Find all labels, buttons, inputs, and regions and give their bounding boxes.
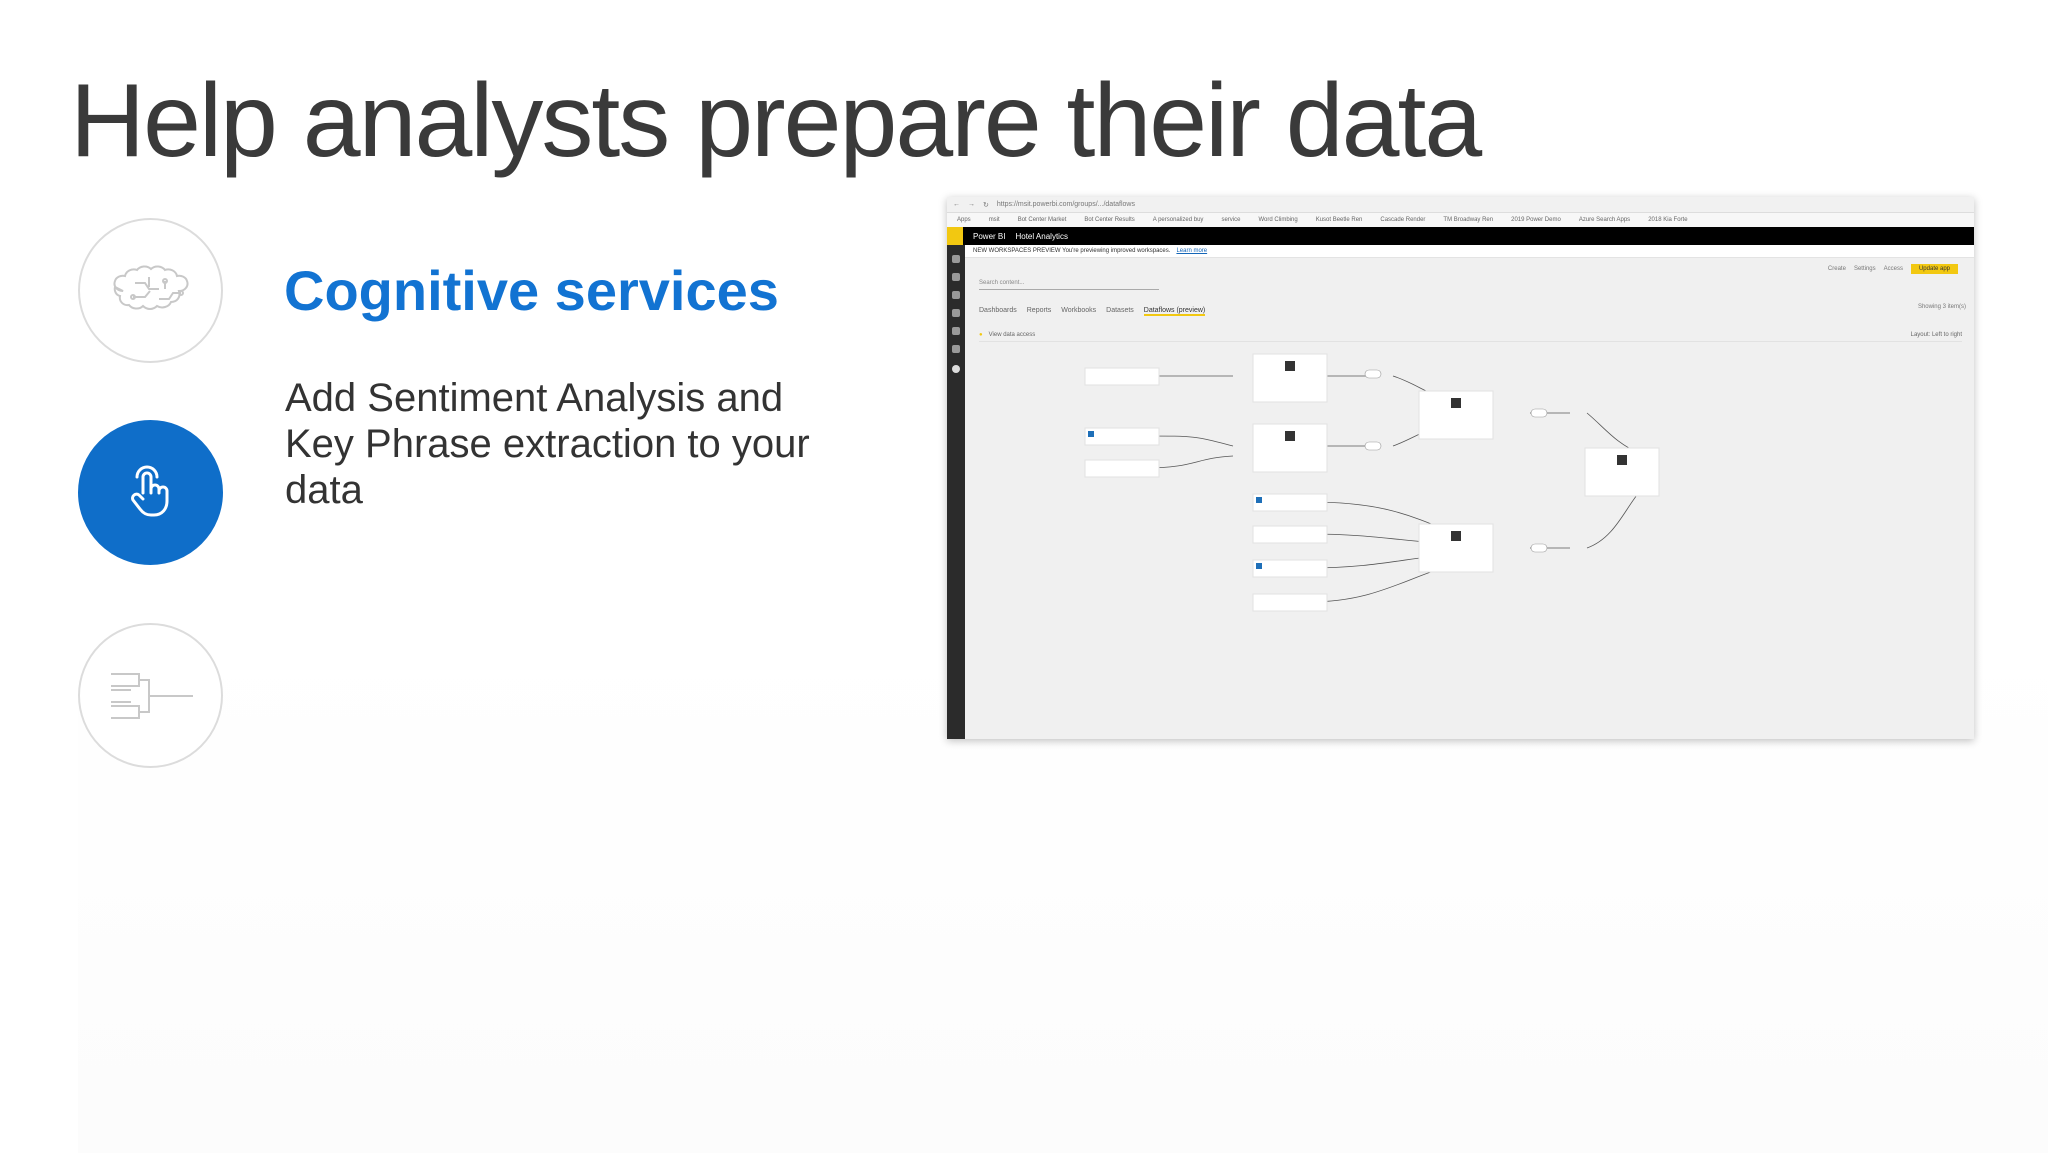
touch-icon-circle[interactable] bbox=[78, 420, 223, 565]
bookmark-item: A personalized buy bbox=[1152, 217, 1204, 223]
dataflow-icon bbox=[1617, 455, 1627, 465]
sql-server-icon bbox=[1088, 431, 1094, 437]
dataflow-lineage-diagram bbox=[1084, 353, 1660, 612]
bookmark-item: msit bbox=[988, 217, 1000, 223]
source-node bbox=[1084, 367, 1160, 386]
bookmarks-bar: Apps msit Bot Center Market Bot Center R… bbox=[947, 213, 1974, 227]
link-pill bbox=[1530, 408, 1548, 418]
hierarchy-icon bbox=[110, 672, 193, 719]
workspace-name: Hotel Analytics bbox=[1015, 231, 1068, 241]
link-pill bbox=[1364, 441, 1382, 451]
reload-icon: ↻ bbox=[983, 201, 989, 209]
browser-address-bar: ← → ↻ https://msit.powerbi.com/groups/..… bbox=[947, 197, 1974, 213]
source-node bbox=[1084, 427, 1160, 446]
left-nav-rail bbox=[947, 245, 965, 739]
forward-icon: → bbox=[968, 201, 975, 208]
brain-icon-circle[interactable] bbox=[78, 218, 223, 363]
nav-icon bbox=[952, 291, 960, 299]
preview-banner: NEW WORKSPACES PREVIEW You're previewing… bbox=[965, 245, 1974, 258]
page-title: Help analysts prepare their data bbox=[70, 63, 1482, 179]
bookmark-item: Bot Center Market bbox=[1017, 217, 1067, 223]
nav-icon bbox=[952, 327, 960, 335]
learn-more-link: Learn more bbox=[1176, 248, 1208, 254]
bookmark-item: Azure Search Apps bbox=[1578, 217, 1631, 223]
brain-icon bbox=[113, 265, 188, 310]
source-node bbox=[1252, 525, 1328, 544]
bookmark-item: Word Climbing bbox=[1258, 217, 1298, 223]
app-name: Power BI bbox=[973, 231, 1006, 241]
nav-icon bbox=[952, 345, 960, 353]
url-text: https://msit.powerbi.com/groups/.../data… bbox=[996, 201, 1135, 208]
feature-title: Cognitive services bbox=[284, 259, 779, 322]
bookmark-item: Apps bbox=[957, 217, 971, 223]
workspace-area: Create Settings Access Update app Search… bbox=[965, 258, 1974, 739]
dataflow-icon bbox=[1451, 531, 1461, 541]
dataflow-icon bbox=[1285, 361, 1295, 371]
bookmark-item: Cascade Render bbox=[1380, 217, 1426, 223]
source-node bbox=[1252, 559, 1328, 578]
bookmark-item: Kusot Beetle Ren bbox=[1315, 217, 1363, 223]
sql-server-icon bbox=[1256, 563, 1262, 569]
bookmark-item: 2018 Kia Forte bbox=[1648, 217, 1688, 223]
preview-text: NEW WORKSPACES PREVIEW You're previewing… bbox=[973, 248, 1171, 254]
bookmark-item: TM Broadway Ren bbox=[1443, 217, 1494, 223]
dataflow-icon bbox=[1285, 431, 1295, 441]
bookmark-item: 2019 Power Demo bbox=[1511, 217, 1561, 223]
avatar bbox=[952, 365, 960, 373]
dataflow-icon bbox=[1451, 398, 1461, 408]
feature-description: Add Sentiment Analysis and Key Phrase ex… bbox=[285, 376, 810, 512]
powerbi-header: Power BI Hotel Analytics bbox=[947, 227, 1974, 245]
source-node bbox=[1252, 493, 1328, 512]
nav-icon bbox=[952, 255, 960, 263]
nav-icon bbox=[952, 309, 960, 317]
powerbi-logo bbox=[947, 227, 963, 245]
source-node bbox=[1252, 593, 1328, 612]
source-node bbox=[1084, 459, 1160, 478]
link-pill bbox=[1530, 543, 1548, 553]
sql-server-icon bbox=[1256, 497, 1262, 503]
touch-hand-icon bbox=[130, 465, 168, 516]
link-pill bbox=[1364, 369, 1382, 379]
nav-icon bbox=[952, 273, 960, 281]
bookmark-item: service bbox=[1221, 217, 1241, 223]
powerbi-screenshot: ← → ↻ https://msit.powerbi.com/groups/..… bbox=[947, 197, 1974, 739]
bookmark-item: Bot Center Results bbox=[1084, 217, 1135, 223]
hierarchy-icon-circle[interactable] bbox=[78, 623, 223, 768]
back-icon: ← bbox=[953, 201, 960, 208]
